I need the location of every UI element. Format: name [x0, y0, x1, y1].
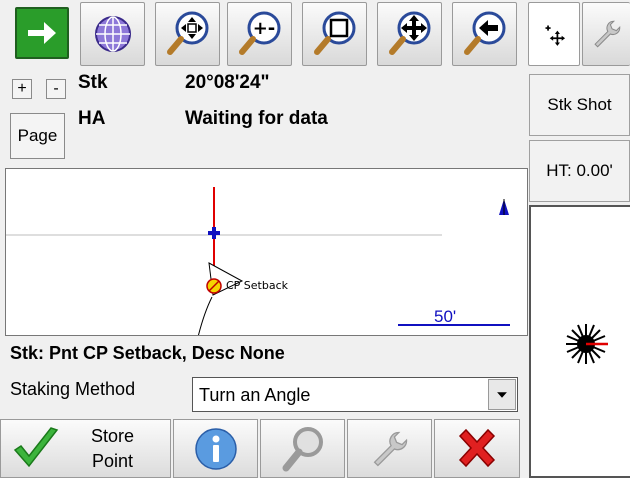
scale-label: 50': [434, 307, 457, 326]
staking-method-label: Staking Method: [10, 379, 136, 399]
cancel-button[interactable]: [434, 419, 520, 478]
magnifier-icon: [282, 426, 323, 471]
zoom-previous-button[interactable]: [452, 2, 517, 66]
point-label: CP Setback: [226, 279, 289, 292]
store-point-button[interactable]: Store Point: [0, 419, 171, 478]
stk-value: 20°08'24": [185, 72, 270, 93]
staking-method-value: Turn an Angle: [199, 385, 311, 405]
crosshair-icon: [545, 25, 566, 46]
pan-icon: [388, 11, 430, 55]
zoom-in-out-button[interactable]: +-: [227, 2, 292, 66]
svg-text:+-: +-: [252, 18, 275, 39]
store-label-1: Store: [91, 425, 135, 446]
crosshair-button[interactable]: [528, 2, 580, 66]
info-button[interactable]: [173, 419, 258, 478]
ha-key: HA: [78, 108, 106, 129]
dropdown-button[interactable]: [488, 379, 516, 410]
arrow-right-icon: [28, 22, 56, 44]
info-icon: [194, 427, 237, 470]
chevron-down-icon: [497, 392, 507, 398]
close-icon: [458, 428, 496, 467]
pan-button[interactable]: [377, 2, 442, 66]
zoom-window-icon: [313, 11, 355, 55]
zoom-minus-button[interactable]: -: [46, 79, 66, 99]
stk-key: Stk: [78, 72, 108, 93]
status-line: Stk: Pnt CP Setback, Desc None: [10, 343, 285, 363]
stk-shot-button[interactable]: Stk Shot: [529, 74, 630, 136]
compass-panel: [529, 205, 630, 478]
zoom-extents-icon: [166, 11, 208, 55]
tools-button[interactable]: [347, 419, 432, 478]
store-label-2: Point: [92, 450, 134, 471]
wrench-icon: [593, 20, 620, 48]
ha-value: Waiting for data: [185, 108, 328, 129]
globe-icon: [94, 16, 131, 52]
starburst-target-icon: [566, 324, 608, 364]
wrench-icon: [373, 431, 407, 466]
zoom-plus-button[interactable]: +: [12, 79, 32, 99]
search-button[interactable]: [260, 419, 345, 478]
page-button[interactable]: Page: [10, 113, 65, 159]
zoom-window-button[interactable]: [302, 2, 367, 66]
zoom-previous-icon: [463, 11, 505, 55]
boundary-line: [198, 296, 213, 335]
zoom-extents-button[interactable]: [155, 2, 220, 66]
settings-wrench-button[interactable]: [582, 2, 630, 66]
zoom-in-out-icon: +-: [238, 11, 280, 55]
next-button[interactable]: [15, 7, 69, 59]
globe-button[interactable]: [80, 2, 145, 66]
ht-button[interactable]: HT: 0.00': [529, 140, 630, 202]
checkmark-icon: [13, 426, 59, 467]
staking-method-select[interactable]: Turn an Angle: [192, 377, 518, 412]
target-cross: [208, 227, 220, 239]
map-view[interactable]: CP Setback 50': [5, 168, 528, 336]
